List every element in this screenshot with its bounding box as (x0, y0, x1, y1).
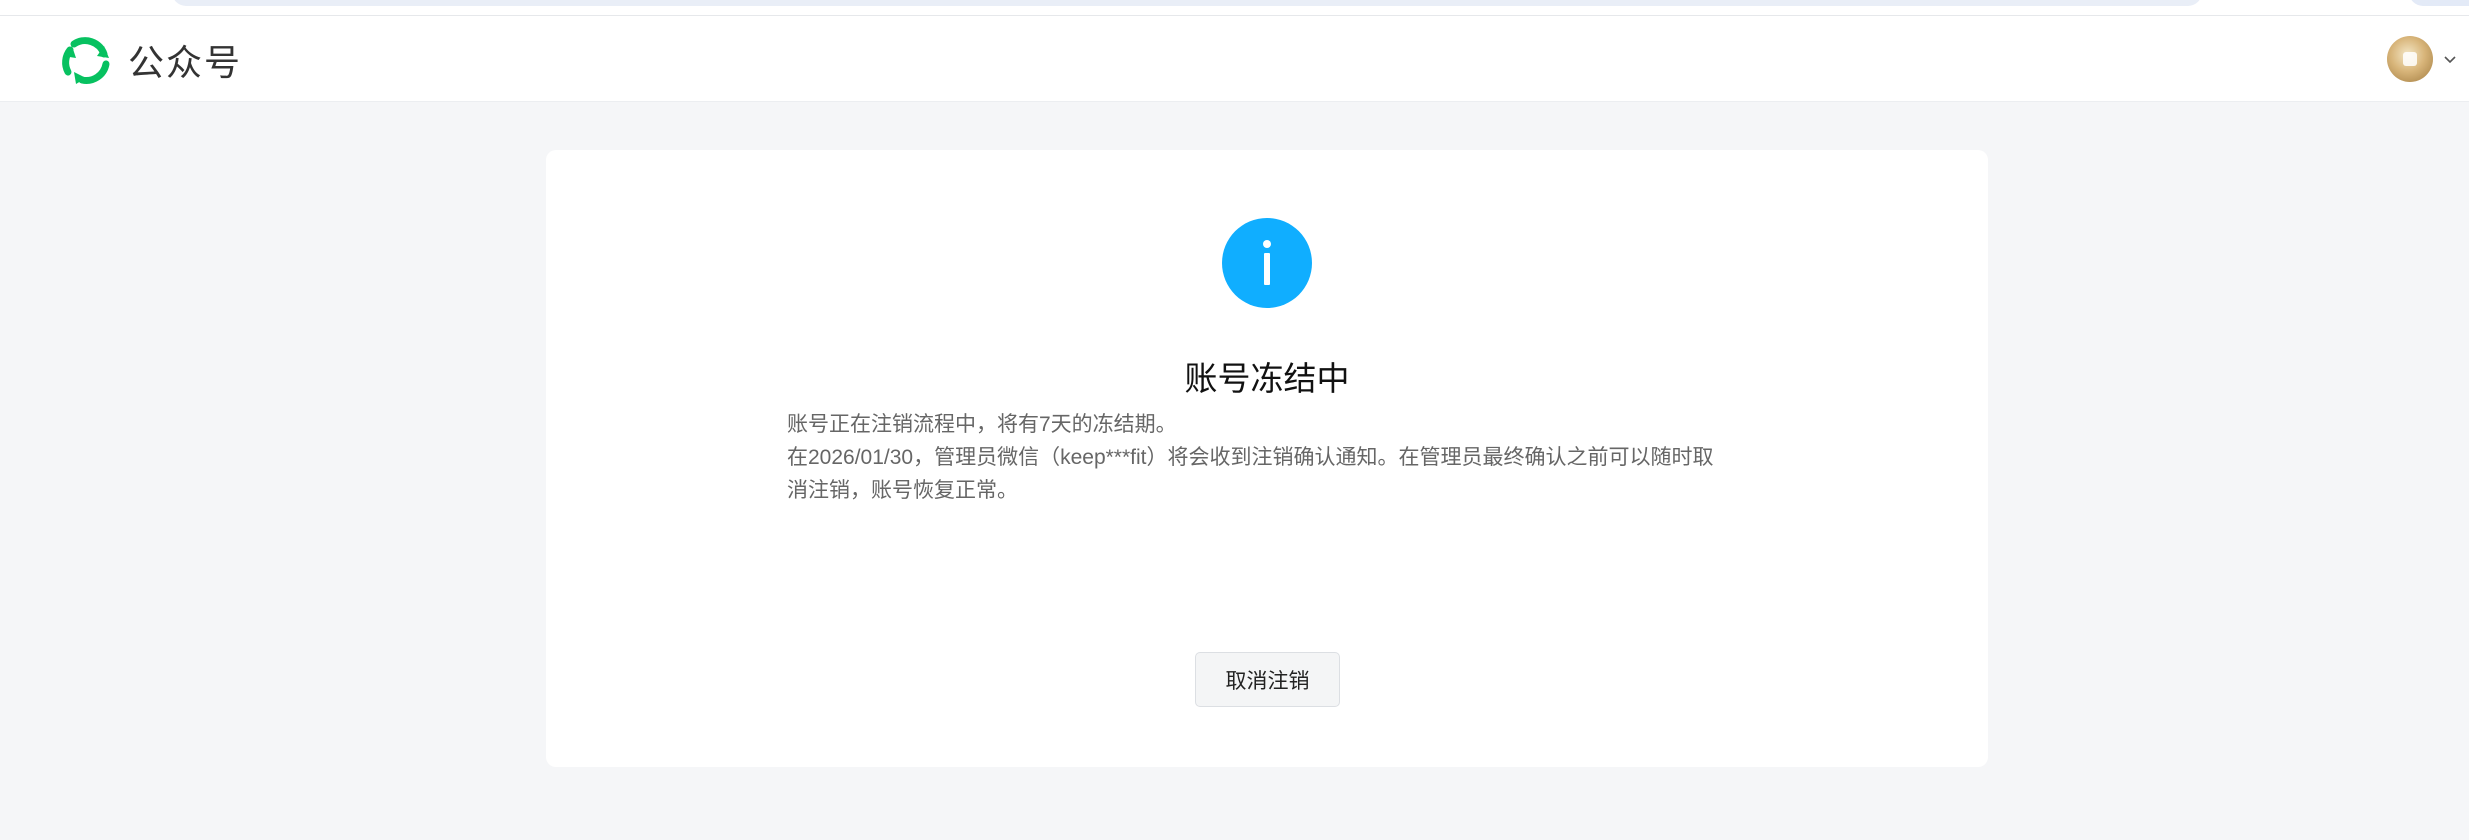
address-bar-edge (172, 0, 2202, 6)
brand[interactable]: 公众号 (60, 34, 242, 86)
page-title: 账号冻结中 (1184, 360, 1350, 397)
description-line: 在2026/01/30，管理员微信（keep***fit）将会收到注销确认通知。… (787, 446, 1714, 502)
avatar[interactable] (2387, 36, 2433, 82)
top-header: 公众号 (0, 16, 2469, 102)
user-menu[interactable] (2387, 36, 2459, 82)
info-icon (1222, 218, 1312, 308)
account-status-card: 账号冻结中 账号正在注销流程中，将有7天的冻结期。 在2026/01/30，管理… (546, 150, 1988, 767)
browser-top-strip (0, 0, 2469, 16)
status-description: 账号正在注销流程中，将有7天的冻结期。 在2026/01/30，管理员微信（ke… (787, 408, 1727, 507)
wechat-official-account-logo-icon (62, 37, 110, 84)
brand-name: 公众号 (128, 42, 243, 83)
toolbar-edge (2409, 0, 2469, 6)
chevron-down-icon[interactable] (2441, 50, 2459, 68)
description-line: 账号正在注销流程中，将有7天的冻结期。 (787, 413, 1177, 436)
cancel-deregistration-button[interactable]: 取消注销 (1195, 652, 1340, 707)
